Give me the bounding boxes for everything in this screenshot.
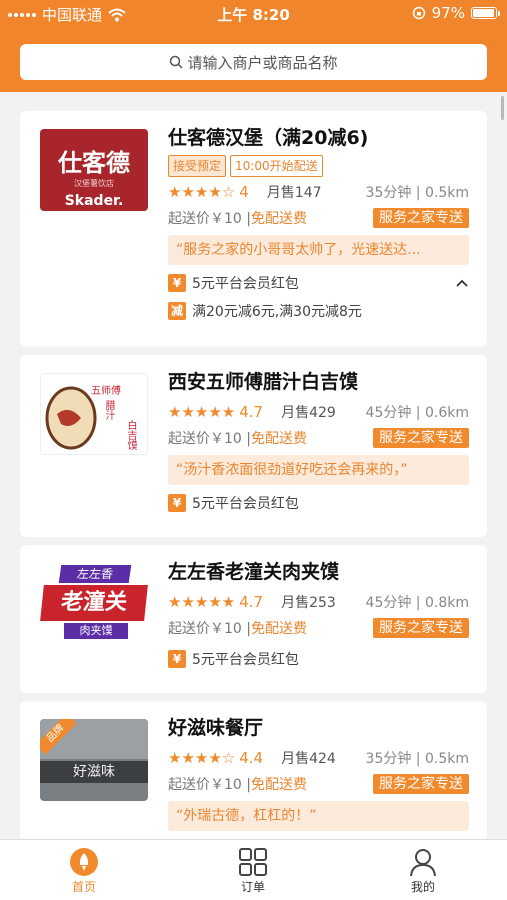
- free-delivery: 免配送费: [250, 621, 307, 637]
- review-snippet: “外瑞古德，杠杠的！”: [168, 801, 469, 831]
- restaurant-card[interactable]: 仕客德 汉堡薯饮店 Skader. 仕客德汉堡（满20减6) 接受预定 10:0…: [20, 111, 487, 347]
- battery-icon: [471, 7, 500, 19]
- rating-value: 4.4: [239, 749, 264, 767]
- status-badge: 10:00开始配送: [230, 155, 323, 177]
- star-rating: ★★★★★: [168, 593, 236, 611]
- promo-text: 5元平台会员红包: [192, 276, 299, 292]
- delivery-time-distance: 45分钟 | 0.6km: [365, 405, 469, 421]
- free-delivery: 免配送费: [250, 431, 307, 447]
- status-bar: 中国联通 上午 8:20 97%: [0, 0, 507, 28]
- discount-icon: 减: [168, 302, 186, 320]
- restaurant-card[interactable]: 五师傅 腊汁 白吉馍 西安五师傅腊汁白吉馍 ★★★★★ 4.7 月售429 45…: [20, 355, 487, 537]
- monthly-sales: 月售424: [281, 751, 336, 767]
- restaurant-logo: 品牌 好滋味: [40, 719, 148, 801]
- battery-percent: 97%: [431, 4, 465, 22]
- promo-text: 5元平台会员红包: [192, 496, 299, 512]
- min-price: 起送价￥10 |: [168, 777, 251, 793]
- orientation-lock-icon: [412, 6, 425, 20]
- restaurant-name: 好滋味餐厅: [168, 717, 264, 739]
- tab-label: 首页: [71, 880, 96, 894]
- promo-text: 5元平台会员红包: [192, 652, 299, 668]
- restaurant-logo: 仕客德 汉堡薯饮店 Skader.: [40, 129, 148, 211]
- star-rating: ★★★★★: [168, 403, 236, 421]
- monthly-sales: 月售147: [266, 185, 322, 201]
- star-rating: ★★★★☆: [168, 749, 236, 767]
- tab-profile[interactable]: 我的: [383, 846, 463, 895]
- restaurant-card[interactable]: 品牌 好滋味 好滋味餐厅 ★★★★☆ 4.4 月售424 35分钟 | 0.5k…: [20, 701, 487, 841]
- rating-value: 4.7: [239, 593, 264, 611]
- red-packet-icon: ¥: [168, 650, 186, 668]
- delivery-time-distance: 35分钟 | 0.5km: [365, 185, 469, 201]
- delivery-time-distance: 45分钟 | 0.8km: [365, 595, 469, 611]
- tab-home[interactable]: 首页: [44, 846, 124, 895]
- min-price: 起送价￥10 |: [168, 621, 251, 637]
- service-badge: 服务之家专送: [373, 774, 469, 794]
- search-input[interactable]: 请输入商户或商品名称: [20, 44, 487, 80]
- rating-value: 4.7: [239, 403, 264, 421]
- scrollbar[interactable]: [501, 96, 504, 120]
- free-delivery: 免配送费: [250, 211, 307, 227]
- chevron-up-icon[interactable]: [455, 278, 469, 288]
- service-badge: 服务之家专送: [373, 428, 469, 448]
- restaurant-logo: 五师傅 腊汁 白吉馍: [40, 373, 148, 455]
- restaurant-logo: 左左香 老潼关 肉夹馍: [40, 563, 148, 645]
- restaurant-card[interactable]: 左左香 老潼关 肉夹馍 左左香老潼关肉夹馍 ★★★★★ 4.7 月售253 45…: [20, 545, 487, 693]
- header-bar: 中国联通 上午 8:20 97% 请输入商户或商品名称: [0, 0, 507, 92]
- restaurant-name: 左左香老潼关肉夹馍: [168, 561, 340, 583]
- red-packet-icon: ¥: [168, 494, 186, 512]
- search-placeholder: 请输入商户或商品名称: [187, 53, 338, 72]
- grid-icon: [239, 848, 267, 876]
- delivery-time-distance: 35分钟 | 0.5km: [365, 751, 469, 767]
- search-icon: [170, 55, 184, 69]
- tab-label: 我的: [410, 880, 435, 894]
- red-packet-icon: ¥: [168, 274, 186, 292]
- review-snippet: “汤汁香浓面很劲道好吃还会再来的，”: [168, 455, 469, 485]
- promo-text: 满20元减6元,满30元减8元: [192, 304, 362, 320]
- free-delivery: 免配送费: [250, 777, 307, 793]
- rating-value: 4: [239, 183, 249, 201]
- min-price: 起送价￥10 |: [168, 431, 251, 447]
- tab-label: 订单: [240, 880, 265, 894]
- service-badge: 服务之家专送: [373, 618, 469, 638]
- person-icon: [410, 849, 436, 877]
- restaurant-name: 西安五师傅腊汁白吉馍: [168, 371, 359, 393]
- status-badge: 接受预定: [168, 155, 227, 177]
- home-rocket-icon: [70, 848, 98, 876]
- monthly-sales: 月售429: [281, 405, 336, 421]
- restaurant-name: 仕客德汉堡（满20减6): [168, 127, 369, 149]
- monthly-sales: 月售253: [281, 595, 336, 611]
- review-snippet: “服务之家的小哥哥太帅了，光速送达...: [168, 235, 469, 265]
- tab-orders[interactable]: 订单: [213, 846, 293, 895]
- service-badge: 服务之家专送: [373, 208, 469, 228]
- star-rating: ★★★★☆: [168, 183, 236, 201]
- bottom-tab-bar: 首页 订单 我的: [0, 839, 507, 900]
- min-price: 起送价￥10 |: [168, 211, 251, 227]
